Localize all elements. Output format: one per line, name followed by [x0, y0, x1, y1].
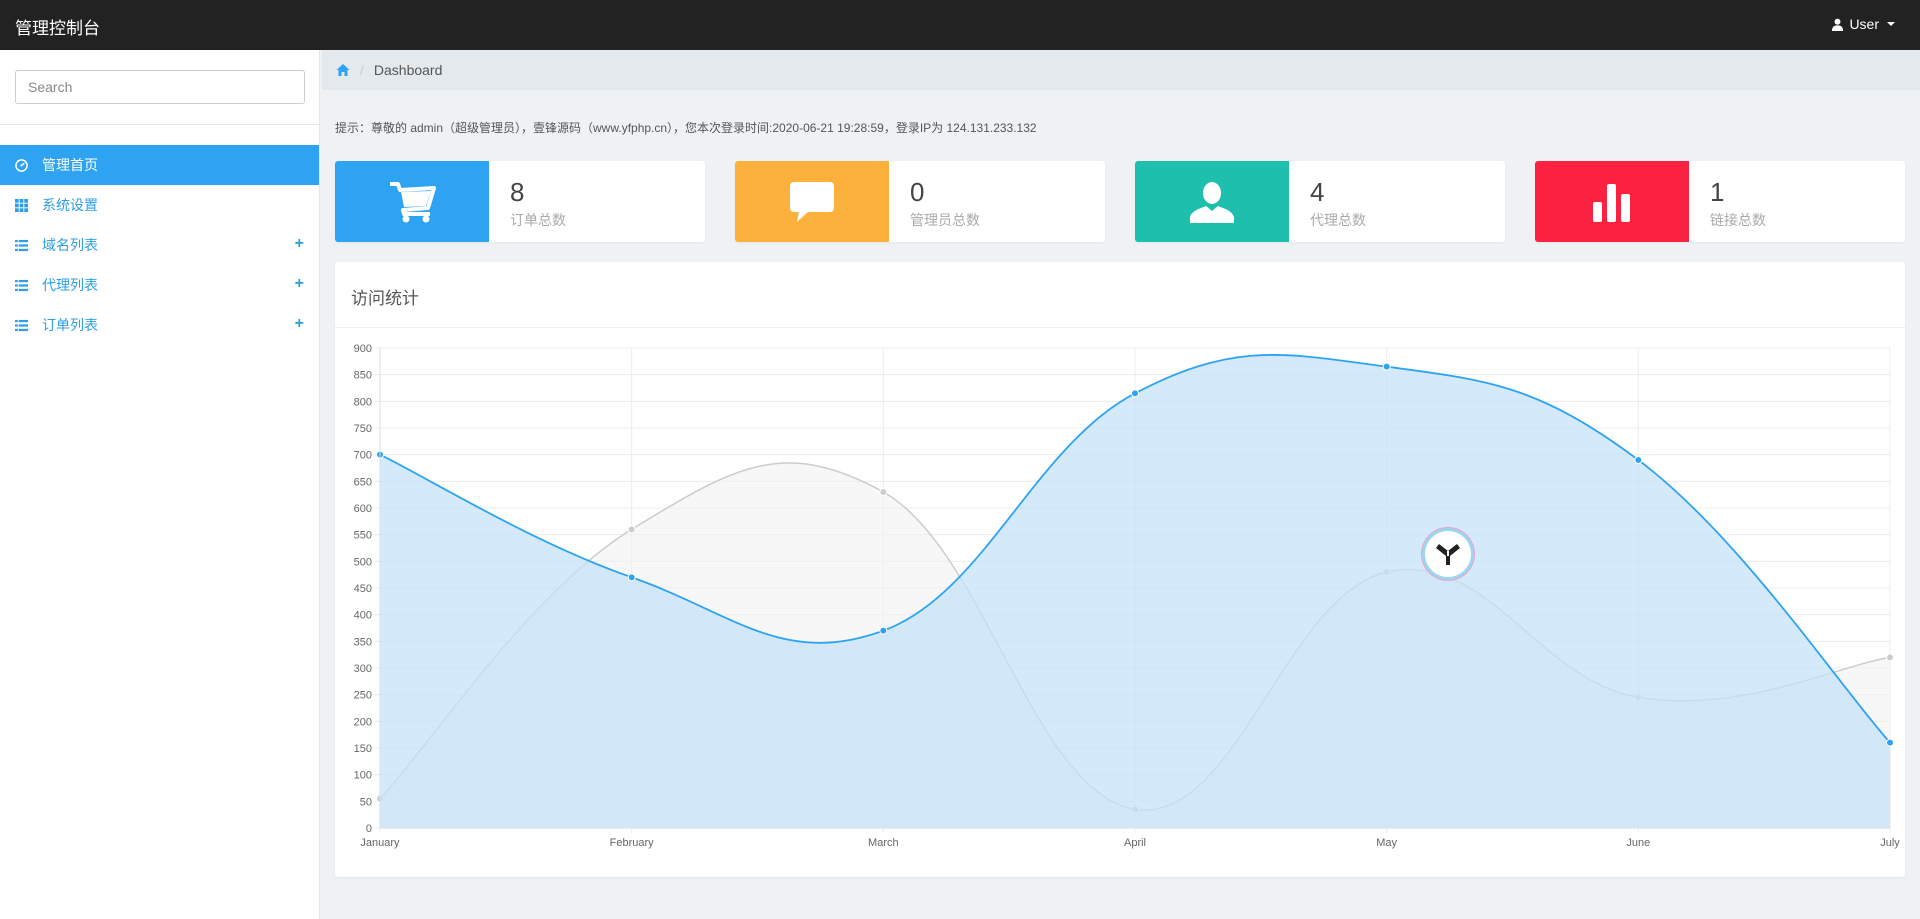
sidebar-item-label: 订单列表	[42, 317, 98, 333]
stat-value: 0	[910, 177, 925, 207]
data-point	[879, 626, 888, 635]
stat-label: 链接总数	[1710, 212, 1766, 228]
stat-icon-box	[335, 161, 489, 242]
sidebar-item-label: 代理列表	[42, 277, 98, 293]
plus-icon[interactable]: +	[295, 275, 304, 293]
y-tick-label: 450	[354, 583, 372, 595]
y-tick-label: 250	[354, 690, 372, 702]
data-point	[1131, 389, 1139, 398]
y-tick-label: 150	[354, 743, 372, 755]
stat-card-agents[interactable]: 4 代理总数	[1135, 161, 1505, 242]
list-icon	[15, 239, 28, 251]
y-tick-label: 700	[354, 450, 372, 462]
stat-label: 订单总数	[510, 212, 566, 228]
data-point	[627, 525, 636, 534]
sidebar-item-domains[interactable]: 域名列表 +	[0, 225, 319, 265]
user-icon	[1190, 181, 1234, 223]
stat-label: 代理总数	[1310, 212, 1366, 228]
sidebar-item-label: 管理首页	[42, 157, 98, 173]
y-tick-label: 650	[354, 476, 372, 488]
visit-stats-chart: 0 50 100 150 200 250 300 350 400 450 500 550 600 650 7…	[354, 343, 1901, 849]
breadcrumb: / Dashboard	[322, 50, 1920, 90]
bar-chart-icon	[1593, 183, 1630, 222]
user-icon	[1832, 18, 1844, 31]
y-tick-label: 550	[354, 530, 372, 542]
stat-value: 1	[1710, 177, 1725, 207]
stat-card-admins[interactable]: 0 管理员总数	[735, 161, 1105, 242]
sidebar-item-dashboard[interactable]: 管理首页	[0, 145, 319, 185]
user-menu-label: User	[1849, 16, 1879, 32]
sidebar: 管理首页 系统设置 域名列表 + 代理列表 + 订单列表 +	[0, 50, 320, 919]
comment-icon	[790, 181, 834, 222]
cart-icon	[390, 181, 436, 222]
floating-assistant-button[interactable]	[1425, 531, 1471, 577]
visit-stats-panel: 访问统计 0 50 100 150 200 250 300 350 400 450 500 550 60…	[335, 262, 1905, 877]
plus-icon[interactable]: +	[295, 315, 304, 333]
chevron-down-icon	[1887, 22, 1895, 26]
stat-value: 8	[510, 177, 525, 207]
data-point	[1886, 653, 1894, 662]
x-tick-label: July	[1880, 837, 1900, 849]
list-icon	[15, 279, 28, 291]
y-tick-label: 800	[354, 396, 372, 408]
breadcrumb-current: Dashboard	[373, 62, 443, 78]
data-point	[1382, 362, 1391, 371]
sidebar-item-settings[interactable]: 系统设置	[0, 185, 319, 225]
y-tick-label: 100	[354, 770, 372, 782]
sidebar-item-agents[interactable]: 代理列表 +	[0, 265, 319, 305]
sidebar-search	[0, 50, 319, 125]
stat-value: 4	[1310, 177, 1325, 207]
data-point	[1886, 738, 1894, 747]
y-tick-label: 350	[354, 636, 372, 648]
y-tick-label: 50	[360, 796, 372, 808]
y-tick-label: 400	[354, 610, 372, 622]
x-tick-label: February	[610, 837, 655, 849]
sidebar-item-orders[interactable]: 订单列表 +	[0, 305, 319, 345]
data-point	[1634, 456, 1643, 464]
login-notice: 提示：尊敬的 admin（超级管理员），壹锋源码（www.yfphp.cn），您…	[335, 121, 1037, 135]
grid-icon	[15, 198, 28, 212]
data-point	[627, 573, 636, 582]
y-tick-label: 0	[366, 823, 372, 835]
data-point	[879, 488, 888, 496]
sidebar-menu: 管理首页 系统设置 域名列表 + 代理列表 + 订单列表 +	[0, 145, 319, 345]
x-tick-label: May	[1376, 837, 1397, 849]
y-tick-label: 500	[354, 556, 372, 568]
series-area	[380, 354, 1890, 828]
dashboard-icon	[15, 158, 28, 172]
user-menu[interactable]: User	[1831, 16, 1895, 32]
sidebar-item-label: 系统设置	[42, 197, 98, 213]
stat-icon-box	[1135, 161, 1289, 242]
x-tick-label: April	[1124, 837, 1146, 849]
brand-title[interactable]: 管理控制台	[15, 14, 100, 39]
home-icon[interactable]	[336, 63, 350, 77]
top-navbar: 管理控制台 User	[0, 0, 1920, 50]
y-tick-label: 750	[354, 423, 372, 435]
y-logo-icon	[1434, 540, 1462, 568]
y-tick-label: 200	[354, 716, 372, 728]
y-tick-label: 900	[354, 343, 372, 355]
stat-icon-box	[1535, 161, 1689, 242]
stat-card-links[interactable]: 1 链接总数	[1535, 161, 1905, 242]
list-icon	[15, 319, 28, 331]
y-tick-label: 600	[354, 503, 372, 515]
x-tick-label: March	[868, 837, 899, 849]
stat-card-orders[interactable]: 8 订单总数	[335, 161, 705, 242]
y-tick-label: 300	[354, 663, 372, 675]
search-input[interactable]	[15, 70, 305, 104]
y-tick-label: 850	[354, 370, 372, 382]
stat-icon-box	[735, 161, 889, 242]
main-content: / Dashboard 提示：尊敬的 admin（超级管理员），壹锋源码（www…	[322, 50, 1920, 919]
x-tick-label: January	[360, 837, 400, 849]
sidebar-item-label: 域名列表	[42, 237, 98, 253]
breadcrumb-separator: /	[360, 62, 364, 78]
stat-label: 管理员总数	[910, 212, 980, 228]
plus-icon[interactable]: +	[295, 235, 304, 253]
panel-title: 访问统计	[335, 262, 1905, 328]
x-tick-label: June	[1626, 837, 1650, 849]
